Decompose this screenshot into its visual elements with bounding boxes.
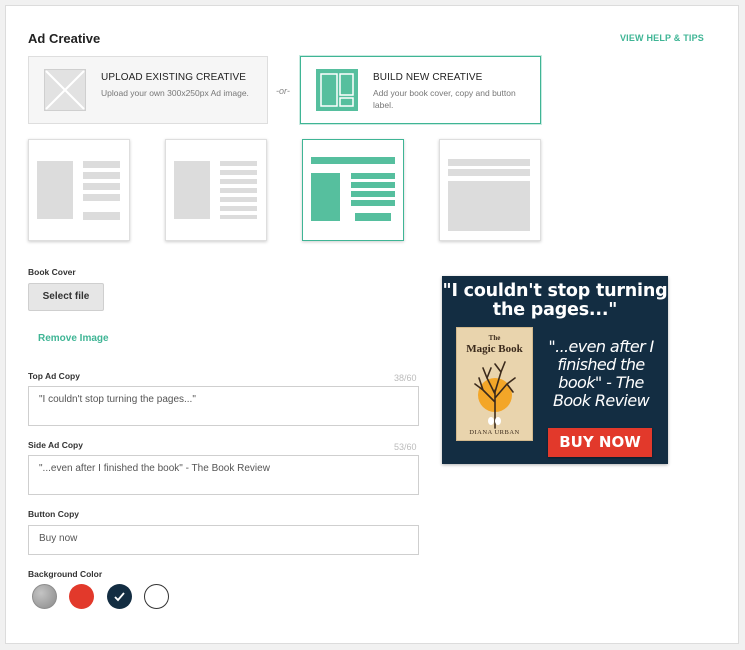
ad-preview: "I couldn't stop turning the pages..." T… [442,276,668,464]
book-cover-label: Book Cover [28,267,76,277]
side-ad-copy-label: Side Ad Copy [28,440,83,450]
upload-option-title: UPLOAD EXISTING CREATIVE [101,72,247,83]
swatch-red[interactable] [69,584,94,609]
image-placeholder-icon [44,69,86,111]
side-ad-copy-counter: 53/60 [394,442,417,452]
top-ad-copy-input[interactable]: "I couldn't stop turning the pages..." [28,386,419,426]
layout-thumbnail-icon [311,157,395,221]
ad-creative-panel: Ad Creative VIEW HELP & TIPS UPLOAD EXIS… [5,5,739,644]
select-file-button[interactable]: Select file [28,283,104,311]
side-ad-copy-input[interactable]: "...even after I finished the book" - Th… [28,455,419,495]
remove-image-link[interactable]: Remove Image [38,333,109,344]
book-cover-image: The Magic Book DIANA URBAN [456,327,533,441]
ad-preview-top-copy: "I couldn't stop turning the pages..." [442,281,668,320]
swatch-navy[interactable] [107,584,132,609]
upload-existing-creative-option[interactable]: UPLOAD EXISTING CREATIVE Upload your own… [28,56,268,124]
button-copy-input[interactable]: Buy now [28,525,419,555]
swatch-white[interactable] [144,584,169,609]
view-help-tips-link[interactable]: VIEW HELP & TIPS [620,33,704,43]
layout-thumbnail-icon [37,161,120,220]
layout-cover-left-lines-right[interactable] [165,139,267,241]
swatch-gray[interactable] [32,584,57,609]
book-cover-author: DIANA URBAN [469,429,520,436]
or-separator: -or- [276,86,290,96]
top-ad-copy-label: Top Ad Copy [28,371,80,381]
build-option-description: Add your book cover, copy and button lab… [373,88,516,110]
build-option-title: BUILD NEW CREATIVE [373,72,483,83]
ad-preview-side-copy: "...even after I finished the book" - Th… [548,337,654,410]
build-new-creative-option[interactable]: BUILD NEW CREATIVE Add your book cover, … [300,56,541,124]
button-copy-label: Button Copy [28,509,79,519]
upload-option-description: Upload your own 300x250px Ad image. [101,88,249,98]
layout-cover-left-text-right[interactable] [28,139,130,241]
layout-thumbnail-icon [448,159,530,231]
layout-banner-top-block[interactable] [439,139,541,241]
tree-illustration-icon [474,361,516,429]
layout-banner-top-cover-left[interactable] [302,139,404,241]
checkmark-icon [114,592,125,602]
top-ad-copy-counter: 38/60 [394,373,417,383]
section-title: Ad Creative [28,31,101,46]
ad-preview-buy-button: BUY NOW [548,428,652,457]
layout-builder-icon [316,69,358,111]
layout-thumbnail-icon [174,161,257,219]
background-color-label: Background Color [28,569,103,579]
